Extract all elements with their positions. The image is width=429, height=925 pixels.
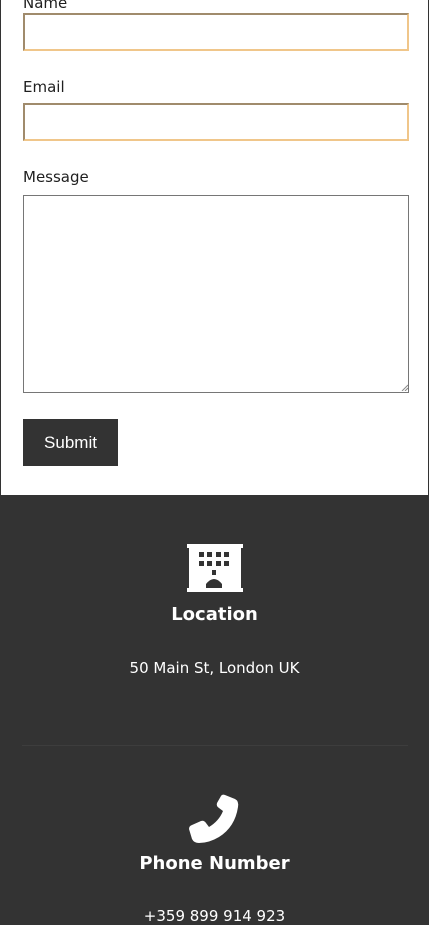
phone-icon bbox=[188, 794, 238, 843]
phone-block: Phone Number +359 899 914 923 bbox=[0, 793, 429, 925]
message-textarea[interactable] bbox=[23, 195, 409, 393]
name-label: Name bbox=[23, 0, 68, 12]
submit-button[interactable]: Submit bbox=[23, 419, 118, 466]
phone-title: Phone Number bbox=[139, 853, 290, 874]
building-icon bbox=[186, 544, 243, 592]
contact-form: Name Email Message Submit bbox=[0, 0, 429, 495]
name-input[interactable] bbox=[23, 13, 409, 51]
message-label: Message bbox=[23, 168, 89, 186]
phone-number[interactable]: +359 899 914 923 bbox=[0, 907, 429, 925]
contact-info-footer: Location 50 Main St, London UK Phone Num… bbox=[0, 495, 429, 925]
location-address: 50 Main St, London UK bbox=[129, 659, 300, 677]
location-block: Location 50 Main St, London UK bbox=[0, 544, 429, 677]
email-label: Email bbox=[23, 78, 65, 96]
location-title: Location bbox=[171, 604, 258, 625]
section-divider bbox=[22, 745, 408, 746]
resize-grip-icon[interactable] bbox=[401, 384, 408, 391]
email-input[interactable] bbox=[23, 103, 409, 141]
